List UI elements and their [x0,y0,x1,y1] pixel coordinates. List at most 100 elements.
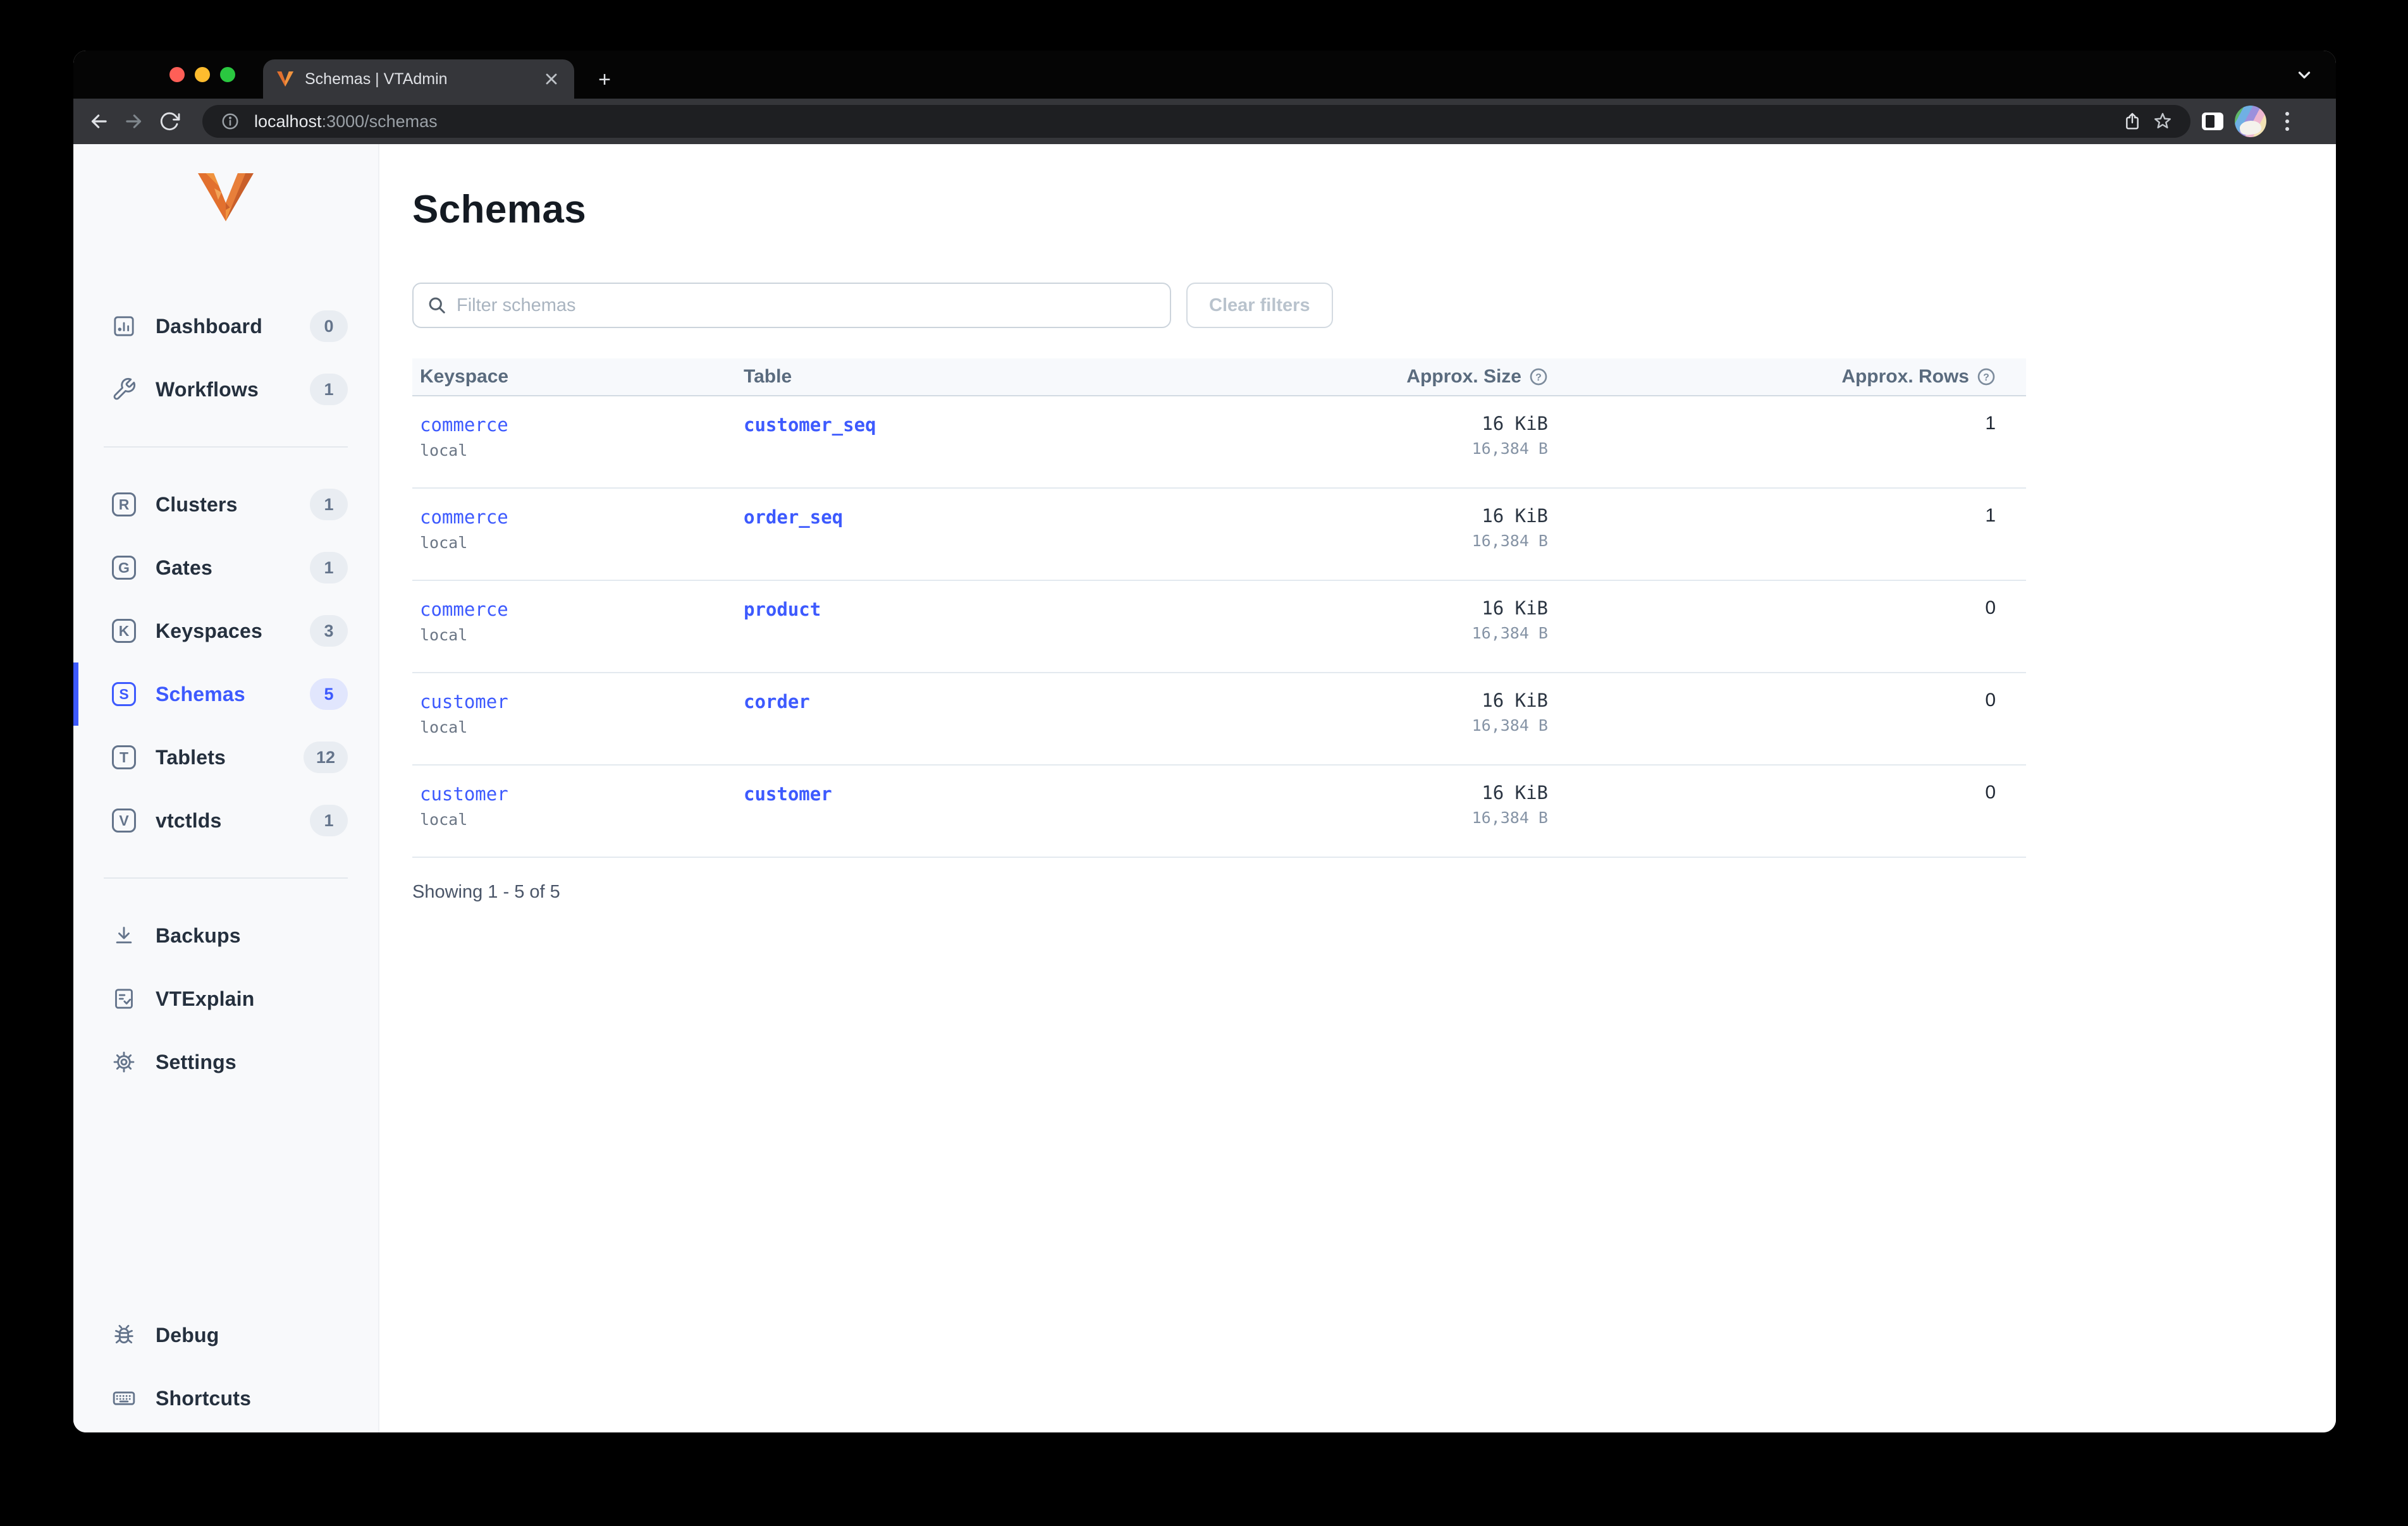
size-value: 16 KiB [1482,597,1548,619]
forward-button[interactable] [116,104,152,139]
url-path: :3000/schemas [321,111,438,131]
approx-size-cell: 16 KiB 16,384 B [1161,581,1548,672]
approx-rows-cell: 0 [1985,597,1996,618]
site-info-icon[interactable] [215,106,245,137]
keyspace-cell: customer local [412,766,744,857]
bookmark-star-icon[interactable] [2147,106,2178,137]
sidebar-item-shortcuts[interactable]: Shortcuts [73,1367,378,1430]
keyspace-link[interactable]: customer [420,691,508,712]
schemas-table: Keyspace Table Approx. Size ? Approx. Ro… [412,358,2026,858]
search-icon [429,297,445,314]
tab-overflow-chevron-icon[interactable] [2293,63,2316,86]
sidebar-item-label: Workflows [156,377,259,401]
clear-filters-button[interactable]: Clear filters [1186,283,1333,328]
sidebar-item-label: Schemas [156,682,245,705]
svg-text:?: ? [1983,372,1989,383]
size-bytes: 16,384 B [1471,809,1548,827]
count-badge: 3 [310,615,348,647]
browser-tab[interactable]: Schemas | VTAdmin [263,59,574,99]
back-button[interactable] [81,104,116,139]
table-link[interactable]: corder [744,691,810,712]
sidebar-item-gates[interactable]: G Gates 1 [73,536,378,599]
filter-schemas-input[interactable] [457,295,1156,316]
letter-s-icon: S [111,681,137,707]
tab-close-icon[interactable] [541,69,562,89]
zoom-window-button[interactable] [220,67,235,82]
reload-button[interactable] [152,104,187,139]
approx-size-cell: 16 KiB 16,384 B [1161,489,1548,580]
minimize-window-button[interactable] [195,67,210,82]
browser-menu-icon[interactable] [2278,112,2297,131]
keyspace-cell: commerce local [412,489,744,580]
size-bytes: 16,384 B [1471,439,1548,458]
sidebar-item-backups[interactable]: Backups [73,904,378,967]
sidebar-item-workflows[interactable]: Workflows 1 [73,358,378,421]
keyboard-icon [111,1386,137,1411]
bug-icon [111,1322,137,1348]
keyspace-link[interactable]: commerce [420,506,508,528]
approx-size-cell: 16 KiB 16,384 B [1161,396,1548,487]
sidebar-item-schemas[interactable]: S Schemas 5 [73,662,378,726]
letter-g-icon: G [111,555,137,580]
tab-strip: Schemas | VTAdmin + [73,51,2336,99]
size-value: 16 KiB [1482,413,1548,434]
approx-size-cell: 16 KiB 16,384 B [1161,673,1548,764]
table-cell: product [744,581,1161,672]
letter-r-icon: R [111,492,137,517]
sidebar-item-label: VTExplain [156,987,255,1010]
approx-rows-cell: 0 [1985,782,1996,803]
sidebar-item-tablets[interactable]: T Tablets 12 [73,726,378,789]
size-bytes: 16,384 B [1471,716,1548,735]
keyspace-link[interactable]: commerce [420,599,508,620]
profile-avatar[interactable] [2235,106,2266,137]
sidebar-item-label: Clusters [156,492,238,516]
sidebar-bottom-nav: Debug Shortcuts [73,1303,378,1432]
page-title: Schemas [412,188,587,231]
share-icon[interactable] [2117,106,2147,137]
header-table: Table [744,366,792,387]
approx-rows-cell: 0 [1985,690,1996,711]
sidebar-item-settings[interactable]: Settings [73,1030,378,1094]
table-cell: customer [744,766,1161,857]
sidebar-item-label: Settings [156,1050,236,1073]
tab-favicon-vitess [276,70,295,88]
vitess-logo[interactable] [197,172,255,223]
sidebar-item-label: Gates [156,556,212,579]
sidebar-item-dashboard[interactable]: Dashboard 0 [73,295,378,358]
sidebar-item-label: Shortcuts [156,1386,252,1410]
keyspace-link[interactable]: customer [420,783,508,805]
keyspace-cell: commerce local [412,396,744,487]
table-link[interactable]: order_seq [744,506,843,528]
sidebar-item-clusters[interactable]: R Clusters 1 [73,473,378,536]
table-link[interactable]: product [744,599,821,620]
keyspace-cell: customer local [412,673,744,764]
sidebar: Dashboard 0 Workflows 1 R Clusters 1 G Gates 1 K K… [73,144,379,1432]
sidebar-nav: Dashboard 0 Workflows 1 R Clusters 1 G Gates 1 K K… [73,295,378,1094]
sidebar-item-vtexplain[interactable]: VTExplain [73,967,378,1030]
sidebar-item-debug[interactable]: Debug [73,1303,378,1367]
help-icon[interactable]: ? [1977,367,1996,386]
sidebar-divider [104,446,348,448]
table-row: customer local customer 16 KiB 16,384 B 0 [412,766,2026,858]
help-icon[interactable]: ? [1529,367,1548,386]
sidebar-item-label: Dashboard [156,314,262,338]
close-window-button[interactable] [169,67,185,82]
side-panel-icon[interactable] [2202,113,2223,130]
size-value: 16 KiB [1482,505,1548,527]
dashboard-icon [111,314,137,339]
keyspace-cell: commerce local [412,581,744,672]
table-link[interactable]: customer_seq [744,414,876,436]
url-bar[interactable]: localhost:3000/schemas [202,105,2190,138]
new-tab-button[interactable]: + [589,64,620,95]
sidebar-item-label: Debug [156,1323,219,1346]
filter-input-container [412,283,1171,328]
letter-t-icon: T [111,745,137,770]
main-content: Schemas Clear filters Keyspace Table [379,144,2336,1432]
tab-title: Schemas | VTAdmin [305,70,448,88]
table-link[interactable]: customer [744,783,832,805]
svg-text:?: ? [1535,372,1542,383]
keyspace-link[interactable]: commerce [420,414,508,436]
sidebar-item-vtctlds[interactable]: Vvtctlds 1 [73,789,378,852]
sidebar-item-keyspaces[interactable]: K Keyspaces 3 [73,599,378,662]
sidebar-item-label: Backups [156,924,241,947]
